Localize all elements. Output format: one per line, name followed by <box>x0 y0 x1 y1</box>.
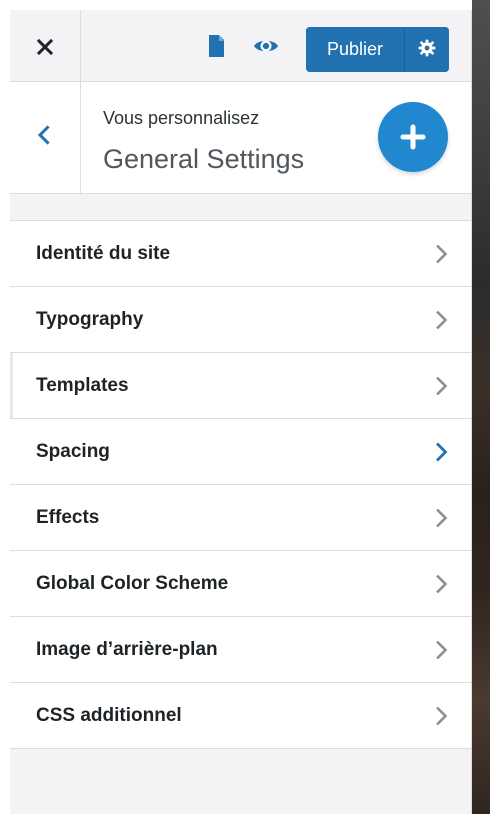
chevron-right-icon <box>436 244 448 264</box>
menu-item-background-image[interactable]: Image d’arrière-plan <box>10 617 471 683</box>
menu-item-effects[interactable]: Effects <box>10 485 471 551</box>
page-title: General Settings <box>103 144 305 174</box>
close-button[interactable] <box>10 10 81 82</box>
plus-icon <box>400 124 426 150</box>
menu-item-typography[interactable]: Typography <box>10 287 471 353</box>
back-button[interactable] <box>10 82 81 193</box>
customizer-screen: Publier Vous personnalisez General Setti… <box>0 0 490 814</box>
publish-button-group: Publier <box>306 27 449 72</box>
chevron-right-icon <box>436 310 448 330</box>
chevron-right-icon <box>436 508 448 528</box>
menu-item-global-color-scheme[interactable]: Global Color Scheme <box>10 551 471 617</box>
menu-item-label: Identité du site <box>36 243 171 264</box>
menu-item-label: Typography <box>36 309 144 330</box>
section-title-row: Vous personnalisez General Settings <box>10 82 471 194</box>
menu-item-label: Global Color Scheme <box>36 573 229 594</box>
top-strip <box>0 0 472 10</box>
menu-item-label: CSS additionnel <box>36 705 182 726</box>
eye-icon[interactable] <box>252 32 280 60</box>
gear-icon <box>418 39 436 57</box>
chevron-right-icon <box>436 442 448 462</box>
publish-settings-button[interactable] <box>405 27 449 72</box>
chevron-right-icon <box>436 640 448 660</box>
menu-item-site-identity[interactable]: Identité du site <box>10 221 471 287</box>
menu-item-label: Effects <box>36 507 100 528</box>
chevron-right-icon <box>436 706 448 726</box>
add-button[interactable] <box>378 102 448 172</box>
settings-menu: Identité du site Typography Templates Sp… <box>10 220 471 749</box>
chevron-right-icon <box>436 574 448 594</box>
customizer-header: Publier <box>10 10 471 82</box>
close-icon <box>37 39 53 55</box>
menu-item-templates[interactable]: Templates <box>10 353 471 419</box>
menu-item-label: Spacing <box>36 441 110 462</box>
menu-item-label: Image d’arrière-plan <box>36 639 218 660</box>
menu-item-additional-css[interactable]: CSS additionnel <box>10 683 471 749</box>
preview-area-edge <box>472 0 490 814</box>
customizer-sidebar: Publier Vous personnalisez General Setti… <box>10 10 472 814</box>
chevron-right-icon <box>436 376 448 396</box>
menu-item-label: Templates <box>36 375 129 396</box>
sidebar-empty-space <box>10 755 471 814</box>
document-icon[interactable] <box>202 32 230 60</box>
chevron-left-icon <box>37 125 50 145</box>
publish-button[interactable]: Publier <box>306 27 405 72</box>
section-kicker: Vous personnalisez <box>103 108 260 128</box>
menu-item-spacing[interactable]: Spacing <box>10 419 471 485</box>
